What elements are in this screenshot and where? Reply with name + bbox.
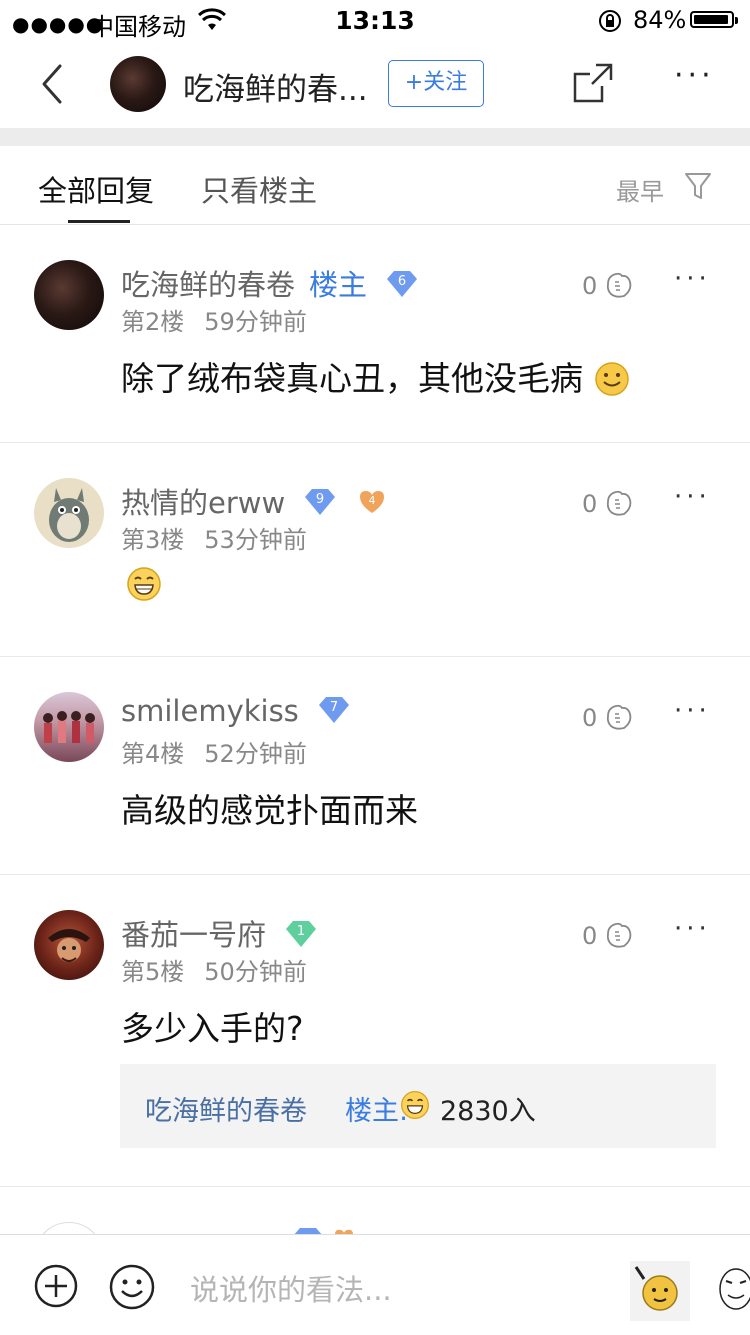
level-diamond-icon: 1	[286, 921, 317, 947]
badge-number: 4	[368, 494, 375, 507]
owner-tag: 楼主	[309, 268, 368, 302]
badge-heart-icon: 4	[359, 491, 384, 513]
smile-emoji-icon	[594, 361, 629, 396]
post-content: 高级的感觉扑面而来	[121, 791, 418, 830]
follow-button[interactable]: +关注	[388, 60, 484, 107]
post-more-icon[interactable]: ···	[674, 482, 711, 512]
post-header: smilemykiss 7	[121, 694, 350, 728]
author-avatar[interactable]	[110, 56, 166, 112]
reply-post: 番茄一号府 1 第5楼 50分钟前 0 ··· 多少入手的? 吃海鲜的春卷 楼主:…	[0, 874, 750, 1187]
floor-number: 第2楼	[121, 308, 185, 336]
reply-post: 吃海鲜的春卷 楼主 6 第2楼 59分钟前 0 ··· 除了绒布袋真心丑，其他没毛病	[0, 224, 750, 443]
next-post-partial	[0, 1186, 750, 1236]
share-icon[interactable]	[572, 62, 614, 104]
post-content: 多少入手的?	[121, 1009, 304, 1048]
post-header: 吃海鲜的春卷 楼主 6	[121, 262, 418, 304]
like-icon[interactable]	[604, 270, 634, 300]
post-meta: 第3楼 53分钟前	[121, 520, 307, 555]
avatar[interactable]	[34, 910, 104, 980]
post-content: 除了绒布袋真心丑，其他没毛病	[121, 352, 630, 400]
sticker-rage-face-icon[interactable]	[716, 1263, 750, 1315]
sort-button[interactable]: 最早	[616, 172, 664, 207]
post-meta: 第4楼 52分钟前	[121, 734, 307, 769]
avatar[interactable]	[34, 478, 104, 548]
filter-icon[interactable]	[684, 171, 712, 201]
like-icon[interactable]	[604, 920, 634, 950]
top-nav: 吃海鲜的春... +关注 ···	[0, 40, 750, 128]
reply-post: smilemykiss 7 第4楼 52分钟前 0 ··· 高级的感觉扑面而来	[0, 656, 750, 875]
username[interactable]: smilemykiss	[121, 694, 299, 728]
level-number: 6	[398, 274, 406, 289]
avatar[interactable]	[34, 692, 104, 762]
username[interactable]: 吃海鲜的春卷	[121, 268, 295, 302]
post-time: 52分钟前	[204, 740, 307, 768]
post-header: 番茄一号府 1	[121, 912, 317, 954]
comment-bar: 说说你的看法...	[0, 1234, 750, 1335]
back-arrow-icon[interactable]	[30, 60, 74, 108]
sticker-face-icon	[634, 1266, 678, 1311]
like-count: 0	[582, 704, 598, 732]
section-divider	[0, 128, 750, 146]
grin-emoji-icon	[127, 567, 161, 601]
status-bar: ●●●●● 中国移动 13:13 84%	[0, 0, 750, 41]
like-count: 0	[582, 490, 598, 518]
sub-reply[interactable]: 吃海鲜的春卷 楼主: 2830入	[120, 1064, 716, 1148]
totoro-avatar-icon	[49, 488, 89, 542]
battery-icon	[690, 11, 738, 28]
more-icon[interactable]: ···	[674, 58, 715, 93]
rotation-lock-icon	[599, 10, 621, 32]
level-diamond-icon: 7	[319, 697, 350, 723]
sub-reply-text: 2830入	[440, 1096, 536, 1127]
emoji-icon[interactable]	[109, 1264, 155, 1310]
post-meta: 第2楼 59分钟前	[121, 302, 307, 337]
group-photo-avatar-icon	[43, 711, 95, 743]
username[interactable]: 热情的erww	[121, 486, 285, 520]
post-more-icon[interactable]: ···	[674, 264, 711, 294]
reply-post: 热情的erww 9 4 第3楼 53分钟前 0 ···	[0, 442, 750, 657]
level-number: 9	[316, 492, 324, 507]
pirate-avatar-icon	[48, 929, 90, 962]
like-icon[interactable]	[604, 488, 634, 518]
floor-number: 第3楼	[121, 526, 185, 554]
post-time: 53分钟前	[204, 526, 307, 554]
level-diamond-icon: 6	[387, 271, 418, 297]
like-count: 0	[582, 922, 598, 950]
add-icon[interactable]	[34, 1264, 78, 1308]
post-meta: 第5楼 50分钟前	[121, 952, 307, 987]
page-title[interactable]: 吃海鲜的春...	[183, 64, 368, 109]
grin-emoji-icon	[401, 1091, 429, 1119]
level-number: 1	[297, 924, 305, 939]
level-diamond-icon: 9	[305, 489, 336, 515]
tab-all-replies[interactable]: 全部回复	[38, 168, 154, 210]
sub-reply-author[interactable]: 吃海鲜的春卷	[145, 1089, 307, 1128]
username[interactable]: 番茄一号府	[121, 918, 266, 952]
active-tab-indicator	[68, 220, 130, 223]
post-header: 热情的erww 9 4	[121, 480, 388, 522]
post-time: 50分钟前	[204, 958, 307, 986]
level-number: 7	[330, 700, 338, 715]
post-more-icon[interactable]: ···	[674, 696, 711, 726]
like-count: 0	[582, 272, 598, 300]
tab-owner-only[interactable]: 只看楼主	[201, 168, 317, 210]
avatar[interactable]	[34, 260, 104, 330]
floor-number: 第5楼	[121, 958, 185, 986]
sub-reply-owner-tag: 楼主:	[345, 1096, 409, 1127]
post-more-icon[interactable]: ···	[674, 914, 711, 944]
sticker-thumbnail[interactable]	[630, 1261, 690, 1321]
battery-percent: 84%	[633, 6, 687, 34]
comment-input[interactable]: 说说你的看法...	[190, 1267, 392, 1309]
floor-number: 第4楼	[121, 740, 185, 768]
post-time: 59分钟前	[204, 308, 307, 336]
like-icon[interactable]	[604, 702, 634, 732]
reply-tabs: 全部回复 只看楼主 最早	[0, 146, 750, 225]
post-text: 除了绒布袋真心丑，其他没毛病	[121, 359, 583, 398]
